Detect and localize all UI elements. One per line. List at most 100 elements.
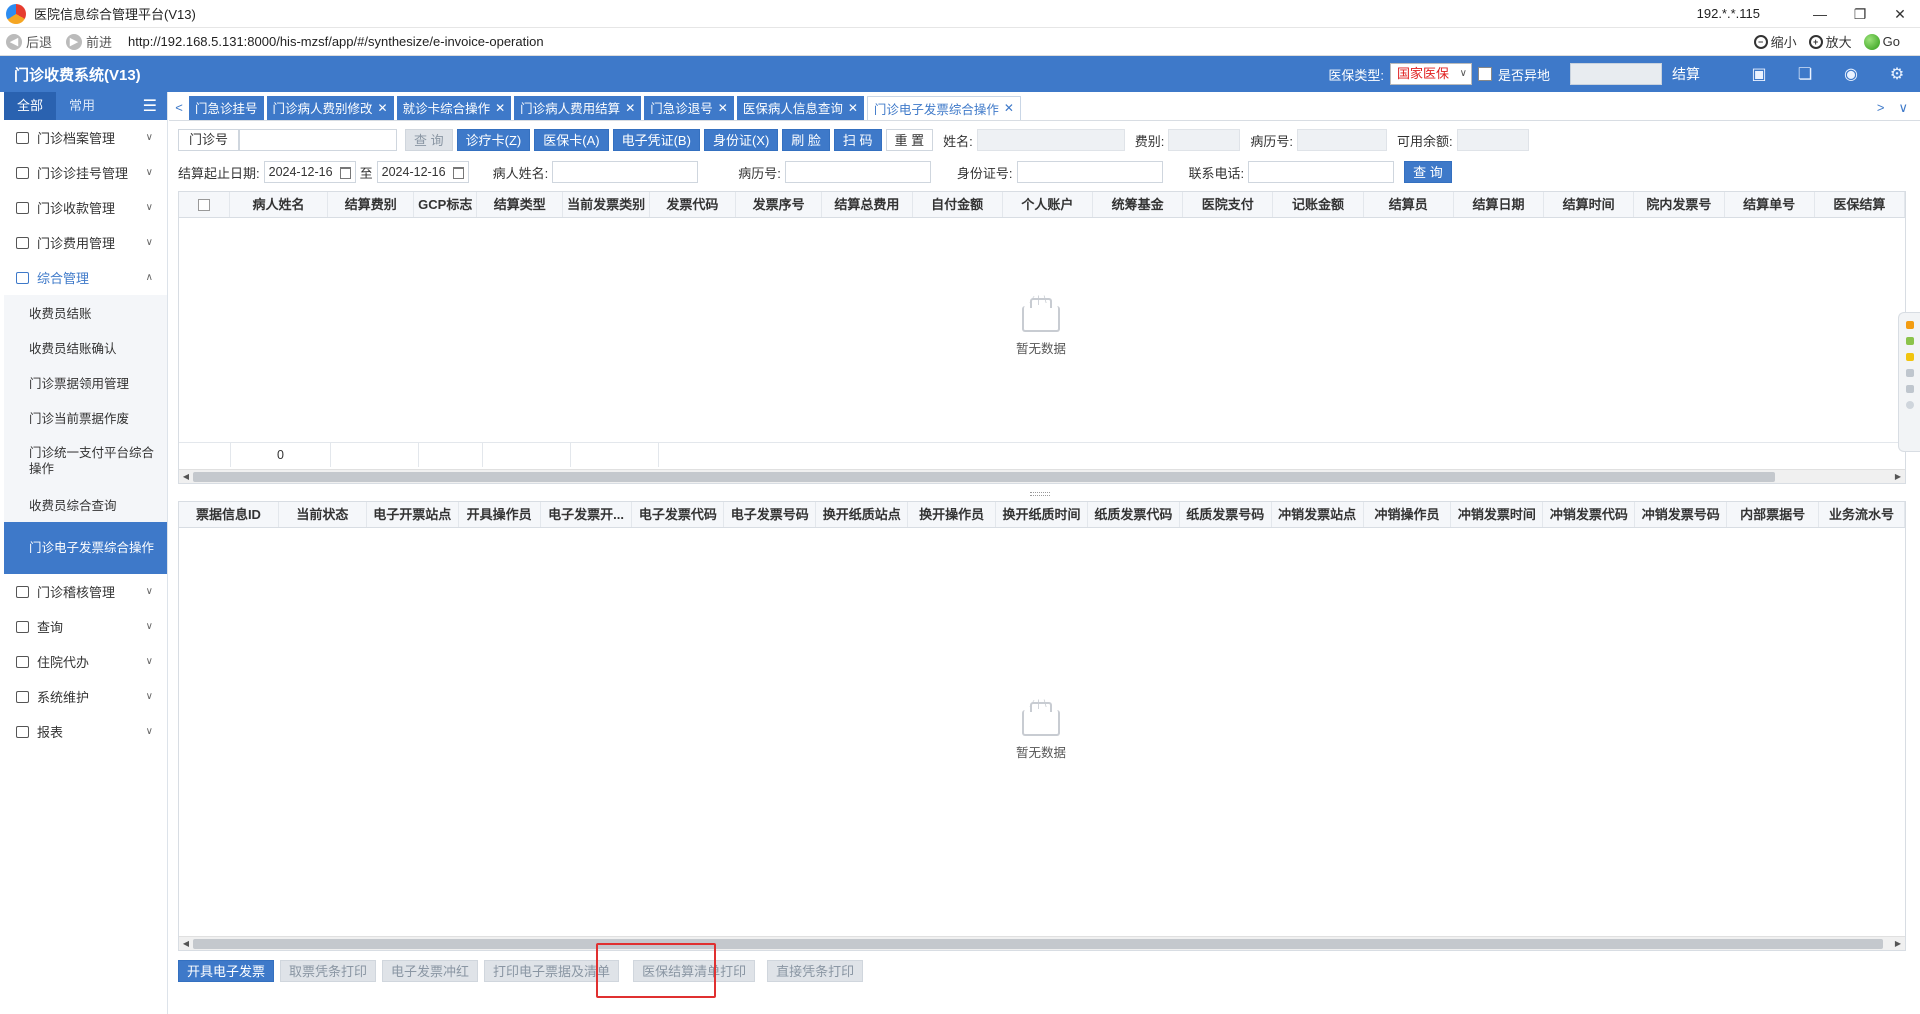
invoice-hscroll[interactable]: ◀ ▶ [179,936,1905,950]
record-no-filter-input[interactable] [784,161,931,183]
query-button-disabled[interactable]: 查 询 [405,129,453,151]
e-invoice-red-button[interactable]: 电子发票冲红 [382,960,479,982]
sidebar-subitem-e-invoice[interactable]: 门诊电子发票综合操作 [4,522,167,574]
voucher-print-button[interactable]: 取票凭条打印 [280,960,377,982]
float-widget[interactable] [1898,312,1920,452]
tabs-left-arrow-icon[interactable]: < [169,100,189,115]
column-header[interactable]: 发票代码 [650,192,737,217]
card-reader-icon[interactable]: ▣ [1736,56,1782,92]
column-header[interactable]: 统筹基金 [1093,192,1184,217]
column-header[interactable]: 电子发票开... [541,502,633,527]
reset-button[interactable]: 重 置 [885,129,934,151]
column-header[interactable]: 结算日期 [1454,192,1545,217]
column-header[interactable]: 结算类型 [477,192,564,217]
issue-e-invoice-button[interactable]: 开具电子发票 [178,960,275,982]
tab-card-ops[interactable]: 就诊卡综合操作 ✕ [396,95,512,120]
eye-icon[interactable]: ◉ [1828,56,1874,92]
sidebar-item-comprehensive[interactable]: 综合管理 ∧ [4,260,167,295]
settlement-scroll-thumb[interactable] [193,472,1775,482]
close-icon[interactable]: ✕ [378,101,388,115]
zoom-out-button[interactable]: − 缩小 [1753,32,1797,51]
column-header[interactable]: 结算费别 [328,192,415,217]
scan-button[interactable]: 扫 码 [833,129,882,151]
sidebar-item-system[interactable]: 系统维护 ∨ [4,679,167,714]
close-icon[interactable]: ✕ [625,101,635,115]
sidebar-item-registration[interactable]: 门诊诊挂号管理 ∨ [4,155,167,190]
remote-checkbox[interactable] [1477,67,1492,81]
sidebar-item-archive[interactable]: 门诊档案管理 ∨ [4,120,167,155]
sidebar-item-reports[interactable]: 报表 ∨ [4,714,167,749]
tab-e-invoice[interactable]: 门诊电子发票综合操作 ✕ [866,95,1021,120]
sidebar-subitem-receipt-usage[interactable]: 门诊票据领用管理 [4,365,167,400]
sidebar-item-query[interactable]: 查询 ∨ [4,609,167,644]
column-header[interactable]: 病人姓名 [230,192,329,217]
insurance-card-button[interactable]: 医保卡(A) [534,129,609,151]
close-icon[interactable]: ✕ [848,101,858,115]
minimize-button[interactable]: — [1800,0,1840,28]
close-icon[interactable]: ✕ [718,101,728,115]
tabs-right-arrow-icon[interactable]: > [1877,100,1885,116]
document-icon[interactable]: ❏ [1782,56,1828,92]
column-header[interactable]: 记账金额 [1273,192,1364,217]
back-button[interactable]: ◀ 后退 [6,32,52,51]
filter-query-button[interactable]: 查 询 [1404,161,1452,183]
column-header[interactable]: 冲销发票站点 [1272,502,1364,527]
column-header[interactable]: 自付金额 [913,192,1003,217]
tab-refund[interactable]: 门急诊退号 ✕ [644,95,734,120]
scroll-left-icon[interactable]: ◀ [179,937,193,951]
select-all-checkbox[interactable] [179,192,230,217]
sidebar-subitem-unified-pay[interactable]: 门诊统一支付平台综合操作 [4,435,167,487]
scroll-right-icon[interactable]: ▶ [1891,937,1905,951]
sidebar-subitem-settle-confirm[interactable]: 收费员结账确认 [4,330,167,365]
column-header[interactable]: 开具操作员 [459,502,541,527]
sidebar-subitem-cashier-settle[interactable]: 收费员结账 [4,295,167,330]
patient-name-input[interactable] [552,161,699,183]
date-start-input[interactable]: 2024-12-16 [263,161,356,183]
e-voucher-button[interactable]: 电子凭证(B) [612,129,700,151]
tab-insurance-query[interactable]: 医保病人信息查询 ✕ [736,95,864,120]
invoice-scroll-thumb[interactable] [193,939,1883,949]
column-header[interactable]: 纸质发票号码 [1180,502,1272,527]
column-header[interactable]: 业务流水号 [1819,502,1905,527]
close-button[interactable]: ✕ [1880,0,1920,28]
date-end-input[interactable]: 2024-12-16 [376,161,469,183]
column-header[interactable]: 发票序号 [736,192,823,217]
forward-button[interactable]: ▶ 前进 [66,32,112,51]
phone-input[interactable] [1248,161,1395,183]
tabs-dropdown-icon[interactable]: ∨ [1898,100,1908,116]
sidebar-tab-all[interactable]: 全部 [4,92,56,120]
column-header[interactable]: 冲销发票代码 [1543,502,1636,527]
sidebar-item-inpatient[interactable]: 住院代办 ∨ [4,644,167,679]
settle-input[interactable] [1570,63,1662,85]
restore-button[interactable]: ❐ [1840,0,1880,28]
column-header[interactable]: 电子开票站点 [367,502,459,527]
column-header[interactable]: 换开纸质时间 [996,502,1088,527]
card-button[interactable]: 诊疗卡(Z) [456,129,531,151]
sidebar-subitem-receipt-void[interactable]: 门诊当前票据作废 [4,400,167,435]
tab-fee-settle[interactable]: 门诊病人费用结算 ✕ [514,95,642,120]
zoom-in-button[interactable]: + 放大 [1808,32,1852,51]
column-header[interactable]: 院内发票号 [1634,192,1725,217]
face-button[interactable]: 刷 脸 [782,129,830,151]
column-header[interactable]: GCP标志 [414,192,478,217]
sidebar-subitem-cashier-query[interactable]: 收费员综合查询 [4,487,167,522]
column-header[interactable]: 电子发票号码 [724,502,817,527]
id-no-input[interactable] [1016,161,1163,183]
column-header[interactable]: 电子发票代码 [632,502,725,527]
column-header[interactable]: 冲销发票时间 [1451,502,1544,527]
sidebar-item-audit[interactable]: 门诊稽核管理 ∨ [4,574,167,609]
column-header[interactable]: 换开操作员 [908,502,997,527]
direct-voucher-print-button[interactable]: 直接凭条打印 [767,960,864,982]
column-header[interactable]: 当前状态 [279,502,367,527]
id-card-button[interactable]: 身份证(X) [703,129,779,151]
gear-icon[interactable]: ⚙ [1874,56,1920,92]
sidebar-tab-common[interactable]: 常用 [56,92,108,120]
close-icon[interactable]: ✕ [495,101,505,115]
column-header[interactable]: 换开纸质站点 [816,502,909,527]
column-header[interactable]: 票据信息ID [179,502,279,527]
scroll-left-icon[interactable]: ◀ [179,470,193,484]
column-header[interactable]: 纸质发票代码 [1088,502,1180,527]
column-header[interactable]: 结算员 [1364,192,1454,217]
insurance-type-select[interactable]: 国家医保 ∨ [1389,63,1472,85]
column-header[interactable]: 结算时间 [1544,192,1635,217]
